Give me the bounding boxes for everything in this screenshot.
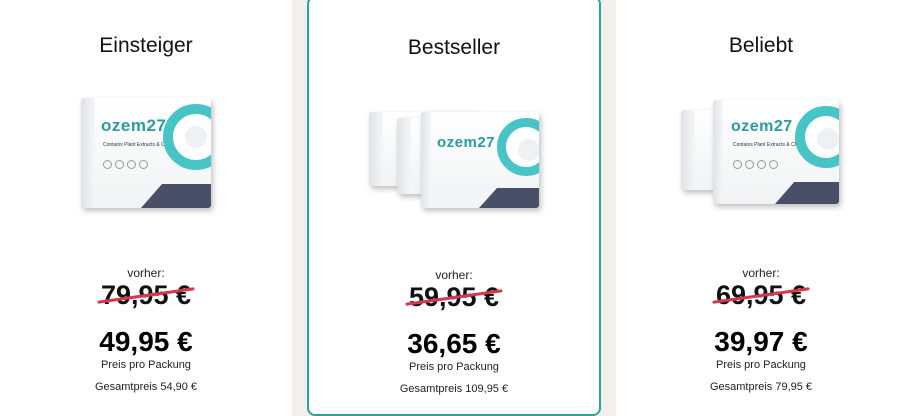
offer-cards: Einsteiger ozem27 Contains Plant Extract… [0, 0, 906, 416]
new-price: 49,95 € [99, 326, 193, 357]
old-price: 79,95 € [0, 280, 292, 311]
product-logo: ozem27 [437, 134, 496, 151]
product-logo: ozem27 [101, 116, 167, 135]
total-price: Gesamtpreis 54,90 € [94, 381, 198, 393]
previous-price-label: vorher: [742, 266, 780, 280]
offer-title: Bestseller [407, 36, 501, 59]
per-pack-label: Preis pro Packung [409, 361, 499, 373]
product-box: ozem27 Contains Plant Extracts & Chromiu… [81, 98, 211, 208]
previous-price-label: vorher: [127, 266, 165, 280]
offer-card-beliebt[interactable]: Beliebt ozem27 Contains Plant Extracts &… [616, 0, 906, 416]
new-price: 36,65 € [407, 328, 501, 359]
product-image: ozem27 Contains Plant Extracts & Chromiu… [76, 88, 216, 208]
old-price: 69,95 € [616, 280, 906, 311]
product-box: ozem27 [421, 112, 539, 208]
product-logo: ozem27 [731, 118, 793, 135]
offer-card-einsteiger[interactable]: Einsteiger ozem27 Contains Plant Extract… [0, 0, 292, 416]
product-image: ozem27 Contains Plant Extracts & Chromiu… [681, 88, 841, 208]
offer-title: Einsteiger [99, 34, 193, 57]
new-price: 39,97 € [714, 326, 808, 357]
offer-card-bestseller[interactable]: Bestseller ozem27 vorher: 36,65 € Preis … [307, 0, 601, 416]
offer-title: Beliebt [728, 34, 794, 57]
previous-price-label: vorher: [435, 268, 473, 282]
total-price: Gesamtpreis 79,95 € [709, 381, 813, 393]
product-box: ozem27 Contains Plant Extracts & Chromiu… [713, 100, 839, 204]
total-price: Gesamtpreis 109,95 € [399, 383, 509, 395]
per-pack-label: Preis pro Packung [716, 359, 806, 371]
per-pack-label: Preis pro Packung [101, 359, 191, 371]
old-price: 59,95 € [309, 282, 599, 313]
product-image: ozem27 [369, 90, 539, 210]
